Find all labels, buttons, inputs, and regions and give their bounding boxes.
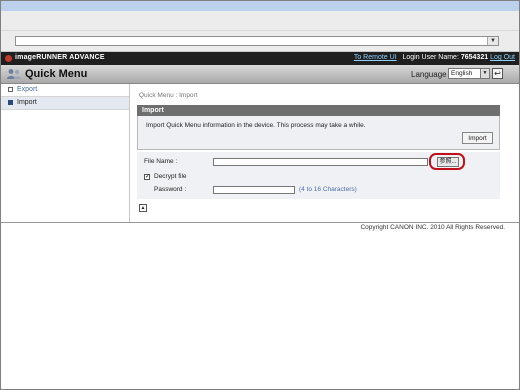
- device-header-bar: imageRUNNER ADVANCE To Remote UI Login U…: [1, 52, 519, 65]
- sidebar-item-label: Import: [17, 99, 37, 106]
- language-value: English: [451, 70, 473, 77]
- scroll-top-button[interactable]: ▲: [139, 204, 147, 212]
- import-panel: Import Quick Menu information in the dev…: [137, 116, 500, 150]
- main-content: Quick Menu : Import Import Import Quick …: [130, 84, 519, 222]
- return-arrow-icon: ↩: [494, 69, 501, 78]
- decrypt-checkbox[interactable]: ✓: [144, 174, 150, 180]
- address-dropdown-icon[interactable]: ▼: [487, 37, 498, 45]
- file-name-label: File Name :: [144, 158, 178, 165]
- login-label: Login User Name:: [402, 54, 459, 61]
- import-button[interactable]: Import: [462, 132, 493, 144]
- sidebar-item-import[interactable]: Import: [1, 97, 129, 110]
- window-title-bar: [1, 1, 519, 11]
- browser-toolbar: ▼: [1, 31, 519, 52]
- breadcrumb: Quick Menu : Import: [139, 92, 198, 99]
- password-input[interactable]: [213, 186, 295, 194]
- arrow-up-icon: ▲: [140, 205, 146, 211]
- users-icon: [7, 69, 21, 79]
- browse-button[interactable]: 参照...: [437, 157, 459, 167]
- page-title: Quick Menu: [25, 68, 88, 80]
- login-user-name: 7654321: [460, 54, 489, 61]
- bullet-icon: [8, 99, 13, 105]
- remote-ui-link[interactable]: To Remote UI: [354, 54, 397, 61]
- panel-description: Import Quick Menu information in the dev…: [146, 122, 366, 129]
- import-form: File Name : 参照... ✓ Decrypt file Passwor…: [137, 152, 500, 199]
- logout-link[interactable]: Log Out: [490, 54, 515, 61]
- decrypt-label: Decrypt file: [154, 173, 187, 180]
- footer: Copyright CANON INC. 2010 All Rights Res…: [1, 222, 519, 233]
- language-select[interactable]: English ▼: [448, 68, 490, 79]
- chevron-down-icon: ▼: [480, 69, 489, 78]
- canon-logo-icon: [5, 55, 12, 62]
- file-name-input[interactable]: [213, 158, 428, 166]
- address-bar[interactable]: ▼: [15, 36, 499, 46]
- header-links: To Remote UI Login User Name: 7654321 Lo…: [354, 54, 515, 61]
- sidebar: Export Import: [1, 84, 130, 222]
- product-name: imageRUNNER ADVANCE: [15, 54, 105, 61]
- language-label: Language: [411, 70, 447, 79]
- panel-title: Import: [137, 105, 500, 116]
- sidebar-item-label: Export: [17, 86, 38, 93]
- browser-window: ▼ imageRUNNER ADVANCE To Remote UI Login…: [1, 1, 519, 389]
- password-label: Password :: [154, 186, 187, 193]
- sidebar-item-export[interactable]: Export: [1, 84, 129, 97]
- bullet-icon: [8, 86, 13, 92]
- page-title-bar: Quick Menu Language English ▼ ↩: [1, 65, 519, 84]
- password-hint: (4 to 16 Characters): [299, 186, 357, 193]
- browser-menu-bar: [1, 11, 519, 31]
- return-button[interactable]: ↩: [492, 68, 503, 79]
- copyright-text: Copyright CANON INC. 2010 All Rights Res…: [360, 224, 505, 231]
